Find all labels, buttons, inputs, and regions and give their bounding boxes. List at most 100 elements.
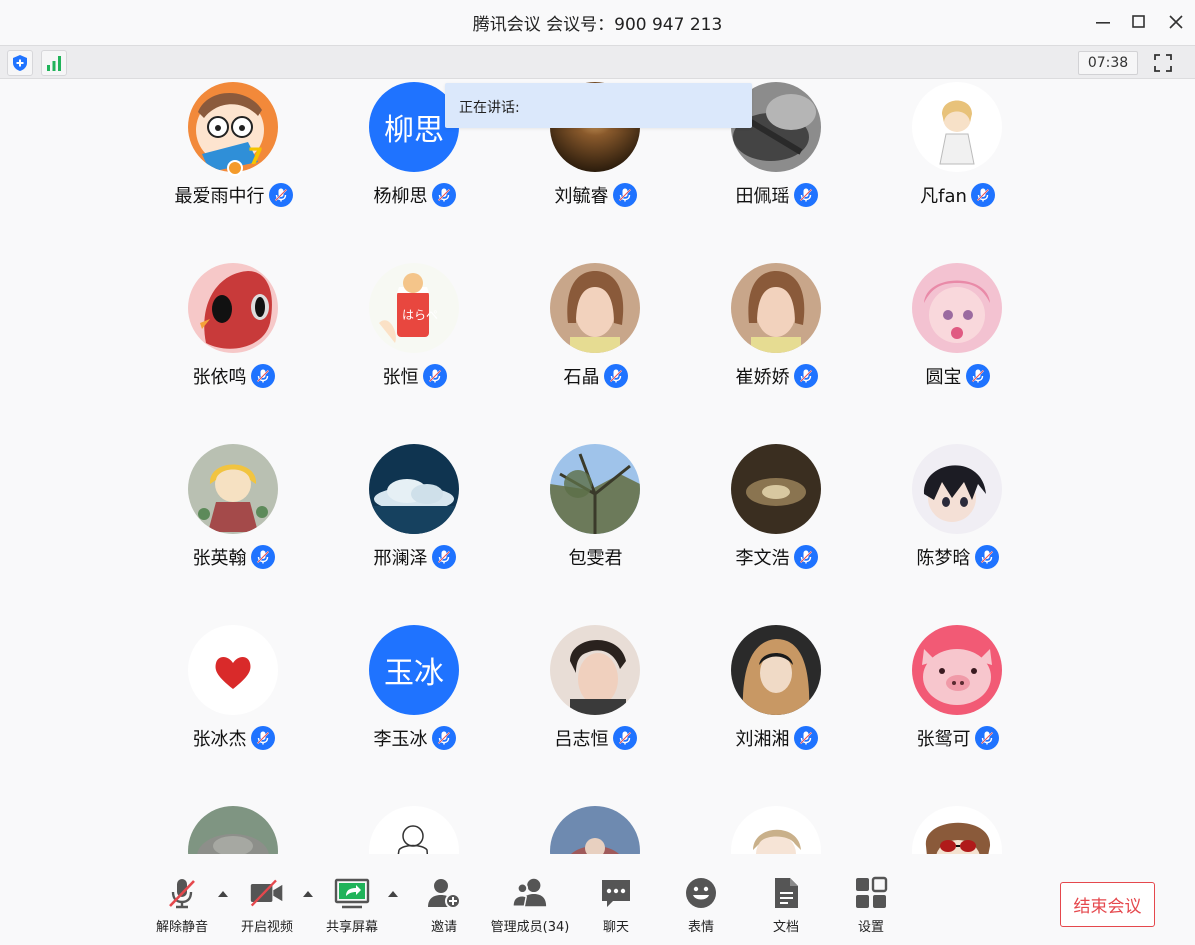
network-button[interactable] xyxy=(41,50,67,76)
participant-name: 张依鸣 xyxy=(192,367,247,388)
participant-name: 李文浩 xyxy=(735,548,790,569)
participant-name: 刘湘湘 xyxy=(735,729,790,750)
close-icon xyxy=(1169,15,1183,29)
participant-tile[interactable]: 张依鸣 xyxy=(143,261,324,442)
mic-muted-icon xyxy=(612,183,637,207)
participant-grid: 7 最爱雨中行 柳思 杨柳思 刘毓睿 田佩瑶 凡fan 张依鸣 はらぺ 张恒 石晶 崔娇娇 圆宝 张英翰邢… xyxy=(0,80,1195,854)
avatar xyxy=(912,263,1002,353)
security-button[interactable] xyxy=(7,50,33,76)
participant-nameline: 杨柳思 xyxy=(324,182,505,208)
participant-name: 李玉冰 xyxy=(373,729,428,750)
participant-nameline: 凡fan xyxy=(867,182,1048,208)
end-meeting-button[interactable]: 结束会议 xyxy=(1060,882,1155,927)
avatar xyxy=(550,806,640,854)
status-bar: 07:38 xyxy=(0,45,1195,79)
participant-tile[interactable]: 邢澜泽 xyxy=(324,442,505,623)
participant-nameline: 陈梦晗 xyxy=(867,544,1048,570)
invite-button[interactable]: 邀请 xyxy=(426,875,462,937)
window-title: 腾讯会议 会议号：900 947 213 xyxy=(472,15,723,35)
manage-members-button[interactable]: 管理成员(34) xyxy=(491,875,569,937)
avatar xyxy=(731,625,821,715)
mic-muted-icon xyxy=(431,545,456,569)
participant-tile[interactable]: 李文浩 xyxy=(686,442,867,623)
participant-tile[interactable]: はらぺ 张恒 xyxy=(324,261,505,442)
participant-name: 陈梦晗 xyxy=(916,548,971,569)
start-video-button[interactable]: 开启视频 xyxy=(240,875,294,937)
avatar xyxy=(188,263,278,353)
participant-tile[interactable]: 崔娇娇 xyxy=(686,261,867,442)
add-user-icon xyxy=(426,875,462,911)
mic-muted-icon xyxy=(612,726,637,750)
minimize-icon xyxy=(1096,22,1110,24)
participant-nameline: 圆宝 xyxy=(867,363,1048,389)
share-options-caret[interactable] xyxy=(388,891,398,897)
emoji-button[interactable]: 表情 xyxy=(683,875,719,937)
avatar xyxy=(912,806,1002,854)
avatar xyxy=(550,444,640,534)
mic-muted-icon xyxy=(603,364,628,388)
avatar xyxy=(731,444,821,534)
svg-text:7: 7 xyxy=(248,145,263,170)
participant-name: 崔娇娇 xyxy=(735,367,790,388)
participant-nameline: 最爱雨中行 xyxy=(143,182,324,208)
participant-nameline: 张依鸣 xyxy=(143,363,324,389)
participant-tile[interactable] xyxy=(505,804,686,854)
participant-tile[interactable]: 吕志恒 xyxy=(505,623,686,804)
members-icon xyxy=(512,875,548,911)
avatar xyxy=(912,444,1002,534)
avatar xyxy=(550,263,640,353)
documents-button[interactable]: 文档 xyxy=(768,875,804,937)
mic-muted-icon xyxy=(431,183,456,207)
participant-tile[interactable]: 张英翰 xyxy=(143,442,324,623)
participant-tile[interactable]: 刘湘湘 xyxy=(686,623,867,804)
share-screen-icon xyxy=(334,875,370,911)
participant-tile[interactable]: 凡fan xyxy=(867,80,1048,261)
mic-muted-icon xyxy=(793,726,818,750)
participant-tile[interactable]: 圆宝 xyxy=(867,261,1048,442)
video-options-caret[interactable] xyxy=(303,891,313,897)
title-bar: 腾讯会议 会议号：900 947 213 xyxy=(0,0,1195,44)
chat-button[interactable]: 聊天 xyxy=(598,875,634,937)
participant-tile[interactable]: 包雯君 xyxy=(505,442,686,623)
avatar xyxy=(550,625,640,715)
mic-muted-icon xyxy=(793,545,818,569)
avatar xyxy=(731,263,821,353)
avatar xyxy=(912,625,1002,715)
participant-nameline: 田佩瑶 xyxy=(686,182,867,208)
participant-name: 张英翰 xyxy=(192,548,247,569)
participant-name: 刘毓睿 xyxy=(554,186,609,207)
meeting-toolbar: 解除静音 开启视频 共享屏幕 邀请 管理成员(34) 聊天 表情 文档 设置 结… xyxy=(0,855,1195,945)
participant-tile[interactable]: 石晶 xyxy=(505,261,686,442)
mic-muted-icon xyxy=(250,364,275,388)
meeting-window: 腾讯会议 会议号：900 947 213 07:38 7 最爱雨中行 柳思 杨柳… xyxy=(0,0,1195,945)
participant-tile[interactable]: 玉冰 李玉冰 xyxy=(324,623,505,804)
mic-muted-icon xyxy=(268,183,293,207)
grid-settings-icon xyxy=(853,875,889,911)
participant-name: 张冰杰 xyxy=(192,729,247,750)
participant-tile[interactable]: 7 最爱雨中行 xyxy=(143,80,324,261)
audio-options-caret[interactable] xyxy=(218,891,228,897)
minimize-button[interactable] xyxy=(1091,10,1115,34)
share-screen-button[interactable]: 共享屏幕 xyxy=(325,875,379,937)
avatar: 7 xyxy=(188,82,278,172)
host-badge-icon xyxy=(227,160,243,176)
chat-icon xyxy=(598,875,634,911)
participant-name: 张恒 xyxy=(382,367,419,388)
participant-tile[interactable] xyxy=(867,804,1048,854)
participant-name: 圆宝 xyxy=(925,367,962,388)
participant-tile[interactable]: 张鸳可 xyxy=(867,623,1048,804)
close-button[interactable] xyxy=(1164,10,1188,34)
participant-tile[interactable] xyxy=(143,804,324,854)
unmute-button[interactable]: 解除静音 xyxy=(155,875,209,937)
fullscreen-button[interactable] xyxy=(1150,50,1176,76)
participant-tile[interactable] xyxy=(686,804,867,854)
settings-button[interactable]: 设置 xyxy=(853,875,889,937)
participant-tile[interactable]: 张冰杰 xyxy=(143,623,324,804)
maximize-button[interactable] xyxy=(1127,10,1151,34)
participant-tile[interactable] xyxy=(324,804,505,854)
camera-off-icon xyxy=(249,875,285,911)
document-icon xyxy=(768,875,804,911)
participant-nameline: 吕志恒 xyxy=(505,725,686,751)
participant-tile[interactable]: 陈梦晗 xyxy=(867,442,1048,623)
participant-name: 吕志恒 xyxy=(554,729,609,750)
